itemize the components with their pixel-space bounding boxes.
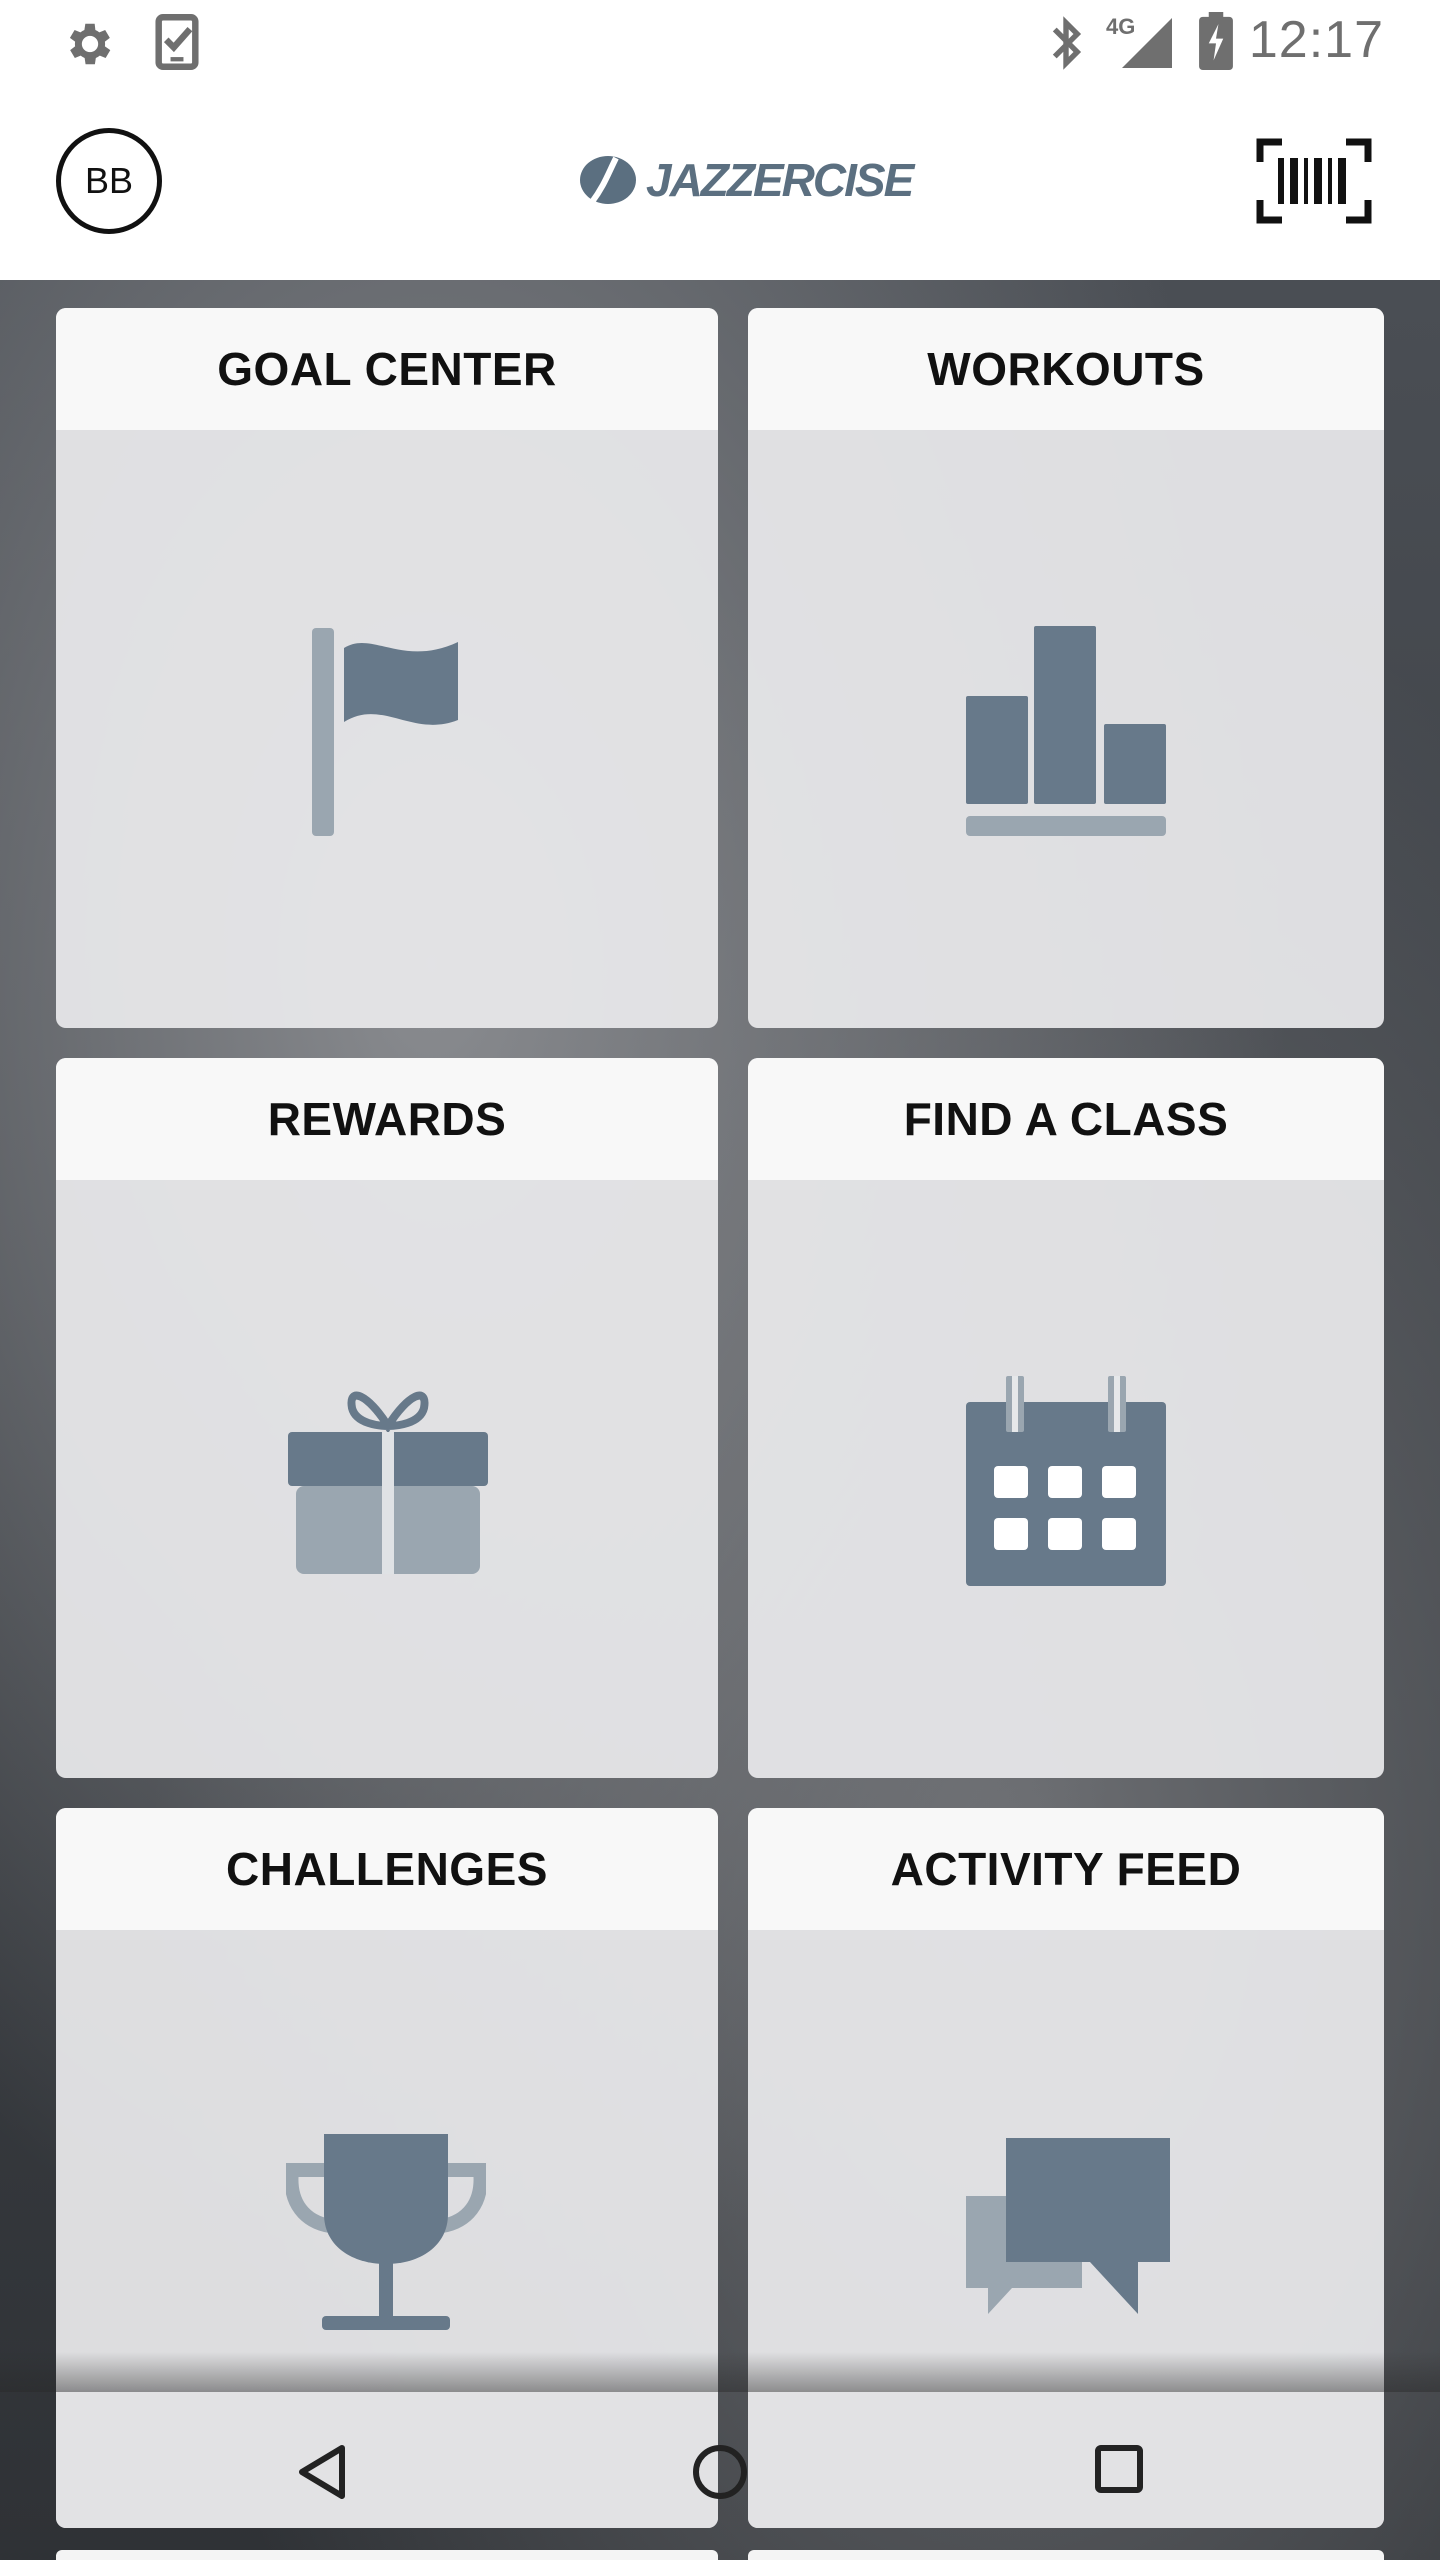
barcode-scan-icon [1256,138,1372,224]
tile-title: GOAL CENTER [56,308,718,430]
tile-title: CHALLENGES [56,1808,718,1930]
nav-shadow [0,2352,1440,2392]
tile-title: WORKOUTS [748,308,1384,430]
app-logo: JAZZERCISE [578,150,914,210]
tile-find-a-class[interactable]: FIND A CLASS [748,1058,1384,1778]
back-icon [299,2445,345,2499]
avatar-initials: BB [84,160,134,201]
logo-mark-icon [580,156,636,204]
chat-bubbles-icon [966,2138,1170,2314]
logo-text: JAZZERCISE [646,154,914,206]
app-header: BB JAZZERCISE [0,84,1440,280]
nav-panel-right [748,2392,1384,2528]
battery-charging-icon [1198,12,1234,75]
next-tile-peek-right [748,2550,1384,2560]
phone-check-icon [154,14,200,75]
bluetooth-icon [1046,16,1086,75]
status-bar: 4G 12:17 [0,0,1440,84]
avatar[interactable]: BB [56,128,162,234]
gift-icon [288,1391,488,1574]
bar-chart-icon [966,626,1166,836]
settings-icon [62,16,118,77]
tile-title: REWARDS [56,1058,718,1180]
recents-button[interactable] [1094,2444,1144,2499]
tile-title: ACTIVITY FEED [748,1808,1384,1930]
calendar-icon [966,1376,1166,1586]
flag-icon [312,628,458,836]
tile-goal-center[interactable]: GOAL CENTER [56,308,718,1028]
nav-bar [0,2392,1440,2560]
home-button[interactable] [692,2444,748,2505]
next-tile-peek-left [56,2550,718,2560]
tile-rewards[interactable]: REWARDS [56,1058,718,1778]
recents-icon [1095,2445,1143,2493]
clock: 12:17 [1248,11,1384,69]
home-icon [693,2445,747,2499]
tile-title: FIND A CLASS [748,1058,1384,1180]
tile-workouts[interactable]: WORKOUTS [748,308,1384,1028]
trophy-icon [286,2134,486,2330]
barcode-scan-button[interactable] [1256,138,1372,229]
signal-icon [1122,18,1172,73]
nav-panel-left [56,2392,718,2528]
back-button[interactable] [296,2444,348,2505]
